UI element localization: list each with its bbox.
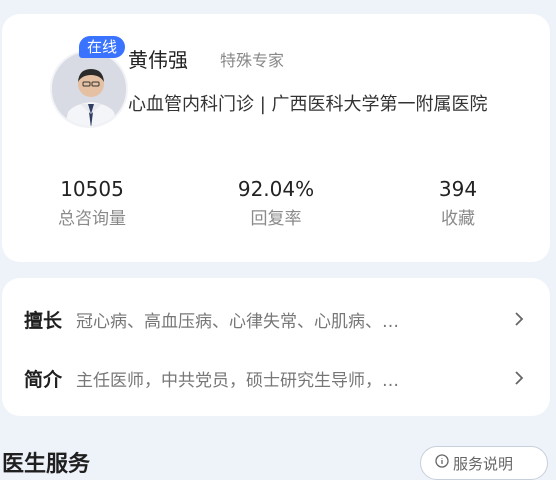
stat-label: 总咨询量 [58, 209, 126, 229]
doctor-title-tag: 特殊专家 [220, 51, 285, 70]
intro-text: 主任医师，中共党员，硕士研究生导师，… [76, 370, 400, 391]
specialty-title: 擅长 [24, 309, 63, 332]
stat-label: 回复率 [250, 209, 302, 229]
doctor-department: 心血管内科门诊 | 广西医科大学第一附属医院 [128, 94, 488, 115]
stat-value: 10505 [60, 177, 124, 201]
service-info-button[interactable]: 服务说明 [420, 446, 548, 480]
doctor-name: 黄伟强 [128, 48, 188, 72]
doctor-avatar[interactable] [50, 50, 128, 128]
doctor-info-card [2, 278, 550, 416]
doctor-services-title: 医生服务 [2, 452, 91, 477]
stat-label: 收藏 [441, 209, 475, 229]
info-circle-icon [435, 454, 449, 472]
specialty-text: 冠心病、高血压病、心律失常、心肌病、… [76, 311, 400, 332]
stat-consultations: 10505 总咨询量 [12, 175, 172, 233]
intro-title: 简介 [24, 368, 63, 391]
online-status-badge: 在线 [79, 36, 126, 58]
specialty-row[interactable]: 擅长 冠心病、高血压病、心律失常、心肌病、… [24, 303, 524, 335]
service-info-label: 服务说明 [453, 454, 514, 473]
stat-reply-rate: 92.04% 回复率 [196, 175, 356, 233]
stat-favorites: 394 收藏 [378, 175, 538, 233]
chevron-right-icon [506, 370, 524, 386]
intro-row[interactable]: 简介 主任医师，中共党员，硕士研究生导师，… [24, 362, 524, 394]
chevron-right-icon [506, 311, 524, 327]
stat-value: 394 [438, 177, 478, 201]
stat-value: 92.04% [237, 177, 315, 201]
